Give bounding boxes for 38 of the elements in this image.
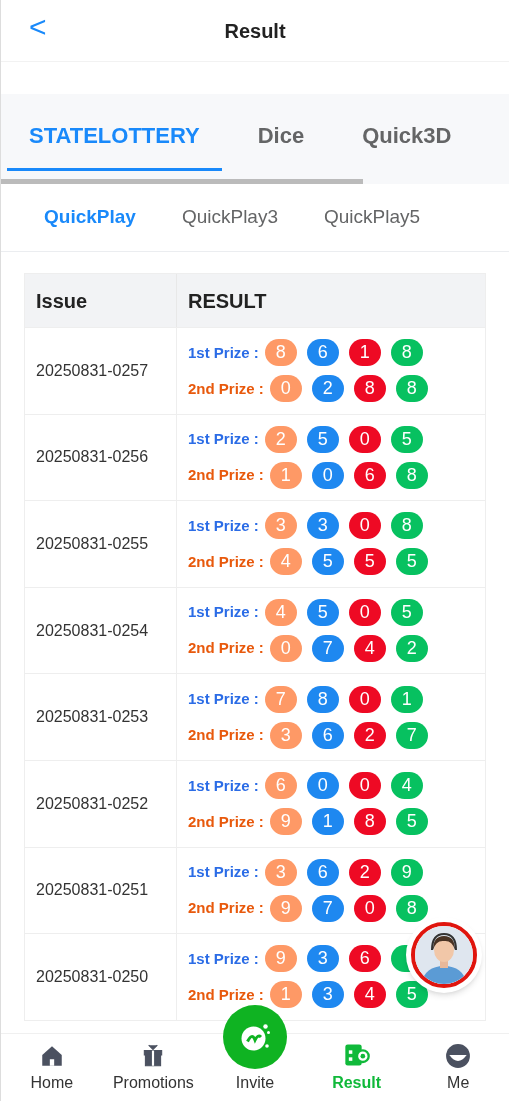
column-header: Issue [25,274,177,327]
prize-label: 2nd Prize : [188,898,264,919]
play-tab[interactable]: QuickPlay3 [181,203,278,232]
column-header: RESULT [187,288,268,314]
issue-cell: 20250831-0253 [25,674,177,760]
prize-label: 2nd Prize : [188,724,264,745]
prize-label: 1st Prize : [188,775,259,796]
prize-label: 1st Prize : [188,342,259,363]
game-tab[interactable]: STATELOTTERY [7,102,222,171]
game-tab[interactable]: Dice [235,102,327,171]
prize-label: 1st Prize : [188,862,259,883]
issue-cell: 20250831-0251 [25,847,177,934]
prize-label: 2nd Prize : [188,551,264,572]
issue-cell: 20250831-0254 [25,587,177,674]
prize-label: 1st Prize : [188,688,259,709]
nav-item[interactable]: Me [407,1034,509,1101]
prize-label: 1st Prize : [188,429,259,450]
prize-label: 2nd Prize : [188,811,264,832]
prize-label: 2nd Prize : [188,984,264,1005]
page-title: Result [224,18,286,44]
issue-cell: 20250831-0250 [25,934,177,1020]
nav-item[interactable]: Home [1,1034,103,1101]
issue-cell: 20250831-0255 [25,501,177,587]
play-tab[interactable]: QuickPlay5 [324,203,421,232]
prize-label: 2nd Prize : [188,465,264,486]
game-tab[interactable]: Quick3D [340,102,474,171]
prize-label: 2nd Prize : [188,638,264,659]
prize-label: 2nd Prize : [188,378,264,399]
issue-cell: 20250831-0257 [25,328,177,414]
issue-cell: 20250831-0256 [25,414,177,501]
prize-label: 1st Prize : [188,515,259,536]
issue-cell: 20250831-0252 [25,760,177,847]
prize-label: 1st Prize : [188,602,259,623]
play-tab[interactable]: QuickPlay [44,203,136,232]
nav-item[interactable]: Promotions [102,1034,205,1101]
back-button[interactable]: < [29,12,47,42]
user-icon [445,1043,472,1069]
prize-label: 1st Prize : [188,948,259,969]
